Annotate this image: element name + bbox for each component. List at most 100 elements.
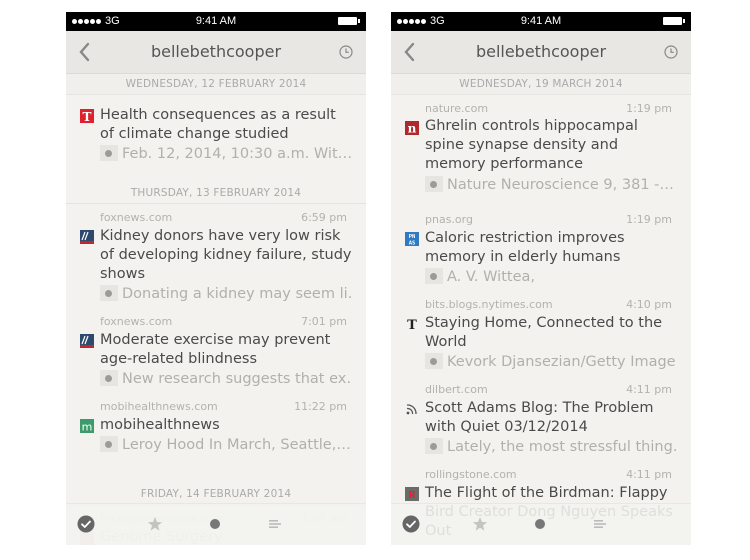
list-icon	[594, 520, 606, 528]
tab-unread[interactable]	[206, 515, 224, 533]
tab-bar	[391, 503, 691, 545]
item-meta: mobihealthnews.com 11:22 pm	[100, 400, 347, 414]
article-summary: Nature Neuroscience 9, 381 -…	[425, 176, 677, 195]
article-summary: Leroy Hood In March, Seattle,…	[100, 436, 352, 455]
page-title: bellebethcooper	[475, 42, 607, 61]
item-source: rollingstone.com	[425, 468, 517, 481]
star-icon	[473, 517, 487, 531]
tab-read[interactable]	[402, 515, 420, 533]
item-source: bits.blogs.nytimes.com	[425, 298, 553, 311]
svg-text:AS: AS	[409, 241, 416, 247]
dot-icon	[535, 519, 545, 529]
article-headline: Scott Adams Blog: The Problem with Quiet…	[425, 400, 654, 435]
item-time: 7:01 pm	[301, 315, 347, 328]
rollingstone-icon: R	[405, 486, 419, 501]
status-bar: 3G 9:41 AM	[391, 12, 691, 31]
item-time: 1:19 pm	[626, 213, 672, 226]
tab-all[interactable]	[266, 515, 284, 533]
telegraph-t-icon: T	[80, 108, 94, 124]
unread-dot-icon	[425, 353, 443, 369]
item-meta: rollingstone.com 4:11 pm	[425, 468, 672, 482]
status-bar: 3G 9:41 AM	[66, 12, 366, 31]
svg-text:T: T	[83, 110, 92, 123]
article-summary: Kevork Djansezian/Getty Image…	[425, 353, 677, 372]
star-icon	[148, 517, 162, 531]
item-source: foxnews.com	[100, 315, 173, 328]
rss-icon	[405, 401, 419, 415]
unread-dot-icon	[100, 145, 118, 161]
tab-starred[interactable]	[146, 515, 164, 533]
list-icon	[269, 520, 281, 528]
foxnews-icon	[80, 229, 94, 244]
unread-dot-icon	[100, 285, 118, 301]
article-headline: Caloric restriction improves memory in e…	[425, 230, 625, 265]
article-headline: Kidney donors have very low risk of deve…	[100, 228, 352, 282]
status-time: 9:41 AM	[520, 15, 562, 27]
clock-icon	[339, 45, 353, 59]
svg-text:T: T	[407, 318, 417, 331]
article-list: WEDNESDAY, 19 MARCH 2014 nature.com 1:19…	[391, 74, 691, 545]
item-source: nature.com	[425, 102, 489, 115]
mobihealthnews-m-icon: m	[80, 418, 94, 434]
date-header: WEDNESDAY, 19 MARCH 2014	[391, 74, 691, 95]
tab-unread[interactable]	[531, 515, 549, 533]
item-meta: dilbert.com 4:11 pm	[425, 383, 672, 397]
list-item[interactable]: foxnews.com 7:01 pm Moderate exercise ma…	[66, 312, 366, 392]
item-meta: foxnews.com 6:59 pm	[100, 211, 347, 225]
item-meta: foxnews.com 7:01 pm	[100, 315, 347, 329]
unread-dot-icon	[100, 370, 118, 386]
list-item[interactable]: T Health consequences as a result of cli…	[66, 95, 366, 175]
battery-icon	[338, 17, 360, 25]
nature-n-icon: n	[405, 120, 419, 136]
list-item[interactable]: bits.blogs.nytimes.com 4:10 pm T Staying…	[391, 295, 691, 375]
checkmark-circle-icon	[402, 515, 420, 533]
list-item[interactable]: dilbert.com 4:11 pm Scott Adams Blog: Th…	[391, 380, 691, 460]
tab-all[interactable]	[591, 515, 609, 533]
item-source: pnas.org	[425, 213, 473, 226]
list-item[interactable]: pnas.org 1:19 pm PN AS Caloric restrictio…	[391, 210, 691, 290]
item-time: 1:19 pm	[626, 102, 672, 115]
phone-screen-right: 3G 9:41 AM bellebethcooper WEDNESDAY, 19…	[391, 12, 691, 545]
list-item[interactable]: mobihealthnews.com 11:22 pm m mobihealth…	[66, 397, 366, 467]
item-time: 11:22 pm	[294, 400, 347, 413]
item-time: 4:11 pm	[626, 383, 672, 396]
article-headline: mobihealthnews	[100, 417, 220, 433]
item-source: foxnews.com	[100, 211, 173, 224]
navigation-bar: bellebethcooper	[66, 31, 366, 74]
nytimes-t-icon: T	[405, 316, 419, 333]
item-meta: pnas.org 1:19 pm	[425, 213, 672, 227]
item-meta: nature.com 1:19 pm	[425, 102, 672, 116]
list-item[interactable]: nature.com 1:19 pm n Ghrelin controls hi…	[391, 96, 691, 193]
unread-dot-icon	[425, 268, 443, 284]
status-time: 9:41 AM	[195, 15, 237, 27]
tab-starred[interactable]	[471, 515, 489, 533]
item-source: mobihealthnews.com	[100, 400, 218, 413]
article-headline: Ghrelin controls hippocampal spine synap…	[425, 118, 638, 172]
item-source: dilbert.com	[425, 383, 488, 396]
unread-dot-icon	[100, 436, 118, 452]
svg-text:n: n	[408, 122, 417, 136]
unread-dot-icon	[425, 438, 443, 454]
svg-text:R: R	[408, 491, 416, 501]
dot-icon	[210, 519, 220, 529]
article-headline: Staying Home, Connected to the World	[425, 315, 663, 350]
item-time: 4:11 pm	[626, 468, 672, 481]
article-headline: Moderate exercise may prevent age-relate…	[100, 332, 331, 367]
clock-icon	[664, 45, 678, 59]
navigation-bar: bellebethcooper	[391, 31, 691, 74]
history-button[interactable]	[663, 44, 679, 60]
date-header: THURSDAY, 13 FEBRUARY 2014	[66, 183, 366, 204]
list-item[interactable]: foxnews.com 6:59 pm Kidney donors have v…	[66, 205, 366, 305]
article-summary: A. V. Wittea,	[425, 268, 677, 287]
phone-screen-left: 3G 9:41 AM bellebethcooper transcript...…	[66, 12, 366, 545]
item-time: 4:10 pm	[626, 298, 672, 311]
date-header: FRIDAY, 14 FEBRUARY 2014	[66, 484, 366, 505]
svg-text:m: m	[82, 421, 93, 434]
unread-dot-icon	[425, 176, 443, 192]
article-summary: Donating a kidney may seem li…	[100, 285, 352, 304]
tab-read[interactable]	[77, 515, 95, 533]
checkmark-circle-icon	[77, 515, 95, 533]
item-meta: bits.blogs.nytimes.com 4:10 pm	[425, 298, 672, 312]
date-header: WEDNESDAY, 12 FEBRUARY 2014	[66, 74, 366, 95]
history-button[interactable]	[338, 44, 354, 60]
